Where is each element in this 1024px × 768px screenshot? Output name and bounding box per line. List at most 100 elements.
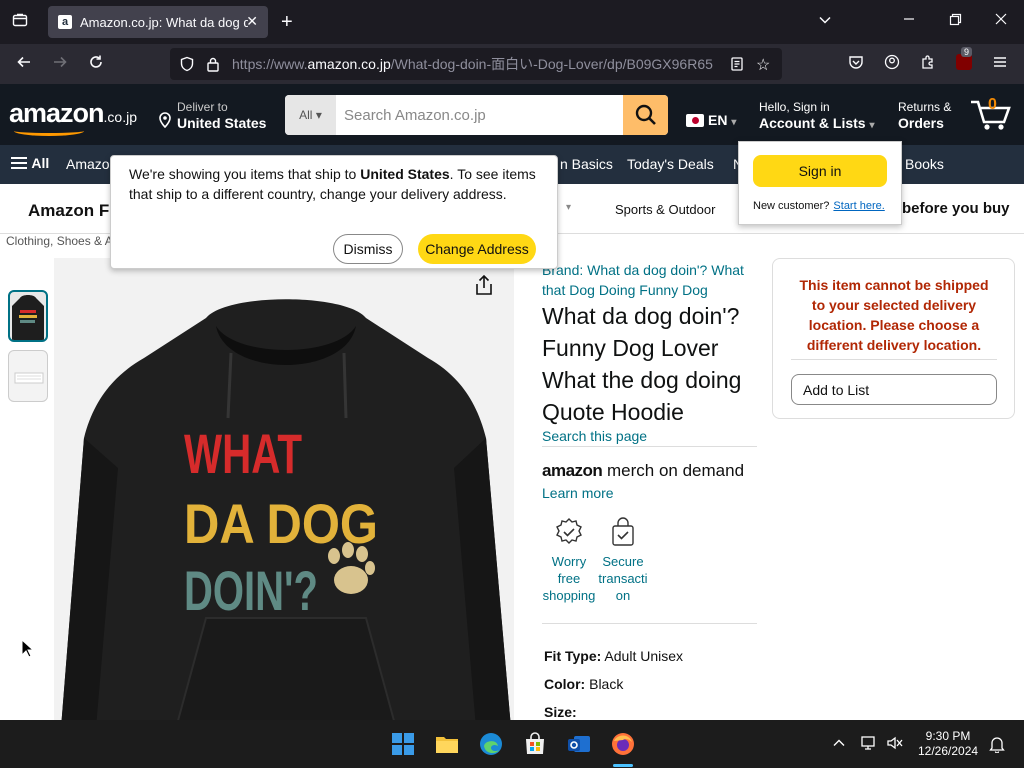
tab-title: Amazon.co.jp: What da dog doin'? Funny D… bbox=[80, 14, 248, 30]
shipping-warning: This item cannot be shipped to your sele… bbox=[799, 277, 989, 353]
thumbnail-size-chart[interactable] bbox=[8, 350, 48, 402]
reload-icon[interactable] bbox=[88, 54, 104, 75]
chevron-up-icon[interactable] bbox=[832, 736, 846, 755]
ublock-icon[interactable]: 9 bbox=[956, 47, 973, 70]
store-name[interactable]: Amazon F bbox=[28, 201, 109, 221]
url-path: /What-dog-doin-面白い-Dog-Lover/dp/B09GX96R… bbox=[390, 56, 713, 72]
chevron-down-icon[interactable] bbox=[818, 13, 832, 32]
feature-worry-free[interactable]: Worry free shopping bbox=[539, 517, 599, 604]
reader-view-icon[interactable] bbox=[730, 56, 744, 75]
url-bar[interactable]: https://www. amazon.co.jp/What-dog-doin-面… bbox=[170, 48, 782, 80]
location-pin-icon bbox=[158, 112, 172, 131]
badge-check-icon bbox=[556, 518, 582, 544]
add-to-list-button[interactable]: Add to List bbox=[791, 374, 997, 405]
search-category-select[interactable]: All ▾ bbox=[285, 95, 336, 135]
popover-message: We're showing you items that ship to Uni… bbox=[129, 166, 536, 202]
restore-icon[interactable] bbox=[948, 12, 962, 31]
microsoft-store-icon[interactable] bbox=[523, 732, 547, 756]
windows-start-icon[interactable] bbox=[391, 732, 415, 756]
hamburger-icon bbox=[11, 157, 27, 169]
returns-orders[interactable]: Returns & Orders bbox=[898, 100, 951, 131]
firefox-icon[interactable] bbox=[611, 732, 635, 756]
brand-link[interactable]: Brand: What da dog doin'? What that Dog … bbox=[542, 260, 757, 300]
search-icon bbox=[635, 104, 656, 125]
subnav-sports[interactable]: Sports & Outdoor bbox=[615, 202, 715, 217]
nav-item-amazon[interactable]: Amazo bbox=[66, 156, 110, 172]
deliver-to[interactable]: Deliver to United States bbox=[158, 100, 267, 131]
clock-time: 9:30 PM bbox=[925, 729, 971, 743]
divider bbox=[542, 623, 757, 624]
browser-tab-bar: a Amazon.co.jp: What da dog doin'? Funny… bbox=[0, 0, 1024, 44]
bag-check-icon bbox=[612, 517, 634, 546]
search-input[interactable] bbox=[336, 95, 623, 135]
subnav-promo: before you buy bbox=[902, 200, 1010, 217]
breadcrumb[interactable]: Clothing, Shoes & A bbox=[6, 234, 113, 248]
cart-count: 0 bbox=[988, 96, 997, 113]
returns-label: Returns & bbox=[898, 100, 952, 114]
volume-muted-icon[interactable] bbox=[886, 735, 904, 756]
outlook-icon[interactable] bbox=[567, 732, 591, 756]
nav-item-books[interactable]: Books bbox=[905, 156, 944, 172]
minimize-icon[interactable] bbox=[902, 12, 916, 31]
close-window-icon[interactable] bbox=[994, 12, 1008, 31]
deliver-label: Deliver to bbox=[177, 100, 228, 114]
new-customer-text: New customer? Start here. bbox=[753, 200, 885, 212]
japan-flag-icon bbox=[686, 114, 704, 127]
back-icon[interactable] bbox=[16, 54, 32, 75]
mouse-cursor-icon bbox=[21, 639, 33, 658]
notification-bell-icon[interactable] bbox=[989, 735, 1005, 758]
dismiss-button[interactable]: Dismiss bbox=[333, 234, 403, 264]
edge-icon[interactable] bbox=[479, 732, 503, 756]
file-explorer-icon[interactable] bbox=[435, 732, 459, 756]
product-title: What da dog doin'? Funny Dog Lover What … bbox=[542, 303, 742, 425]
language-selector[interactable]: EN ▾ bbox=[686, 112, 736, 128]
account-icon[interactable] bbox=[884, 54, 900, 75]
feature-label: Secure transacti on bbox=[598, 554, 648, 603]
buy-box: This item cannot be shipped to your sele… bbox=[772, 258, 1015, 419]
feature-secure-transaction[interactable]: Secure transacti on bbox=[593, 517, 653, 604]
merch-on-demand-logo: amazon merch on demand bbox=[542, 461, 745, 480]
amazon-favicon: a bbox=[58, 15, 72, 29]
account-lists[interactable]: Hello, Sign in Account & Lists ▾ bbox=[759, 100, 875, 131]
shield-icon[interactable] bbox=[179, 56, 195, 75]
amazon-header: amazon.co.jp Deliver to United States Al… bbox=[0, 84, 1024, 145]
sign-in-button[interactable]: Sign in bbox=[753, 155, 887, 187]
hoodie-image: WHAT DA DOG DOIN'? bbox=[61, 299, 511, 720]
deliver-country: United States bbox=[177, 115, 267, 131]
nav-item-basics[interactable]: n Basics bbox=[560, 156, 613, 172]
account-greeting: Hello, Sign in bbox=[759, 100, 830, 114]
browser-tab-active[interactable]: a Amazon.co.jp: What da dog doin'? Funny… bbox=[48, 6, 268, 38]
system-clock[interactable]: 9:30 PM 12/26/2024 bbox=[918, 729, 978, 759]
caret-icon[interactable]: ▾ bbox=[566, 202, 571, 213]
tab-list-icon[interactable] bbox=[12, 12, 28, 33]
print-line-1: WHAT bbox=[184, 422, 302, 485]
share-icon[interactable] bbox=[474, 274, 494, 301]
all-menu-button[interactable]: All bbox=[10, 155, 49, 171]
change-address-button[interactable]: Change Address bbox=[418, 234, 536, 264]
nav-item-todays-deals[interactable]: Today's Deals bbox=[627, 156, 714, 172]
thumbnail-hoodie[interactable] bbox=[8, 290, 48, 342]
url-prefix: https://www. bbox=[232, 56, 308, 72]
start-here-link[interactable]: Start here. bbox=[833, 200, 884, 212]
lock-icon[interactable] bbox=[206, 56, 220, 75]
spec-fit-type: Fit Type: Adult Unisex bbox=[544, 648, 684, 664]
divider bbox=[791, 359, 997, 360]
product-image[interactable]: WHAT DA DOG DOIN'? bbox=[54, 258, 514, 720]
close-tab-icon[interactable]: ✕ bbox=[246, 13, 258, 30]
search-button[interactable] bbox=[623, 95, 668, 135]
hamburger-menu-icon[interactable] bbox=[992, 54, 1008, 75]
bookmark-star-icon[interactable]: ☆ bbox=[756, 55, 770, 75]
clock-date: 12/26/2024 bbox=[918, 744, 979, 758]
extensions-icon[interactable] bbox=[920, 54, 936, 75]
learn-more-link[interactable]: Learn more bbox=[542, 485, 614, 501]
network-icon[interactable] bbox=[861, 735, 879, 756]
signin-popover: Sign in New customer? Start here. bbox=[738, 141, 902, 225]
new-tab-icon[interactable]: + bbox=[281, 11, 293, 34]
amazon-logo[interactable]: amazon.co.jp bbox=[9, 98, 137, 129]
pocket-icon[interactable] bbox=[848, 54, 864, 75]
search-this-page-link[interactable]: Search this page bbox=[542, 428, 647, 444]
feature-label: Worry free shopping bbox=[542, 554, 596, 603]
url-domain: amazon.co.jp bbox=[307, 56, 391, 72]
forward-icon[interactable] bbox=[52, 54, 68, 75]
browser-nav-bar: https://www. amazon.co.jp/What-dog-doin-面… bbox=[0, 44, 1024, 84]
